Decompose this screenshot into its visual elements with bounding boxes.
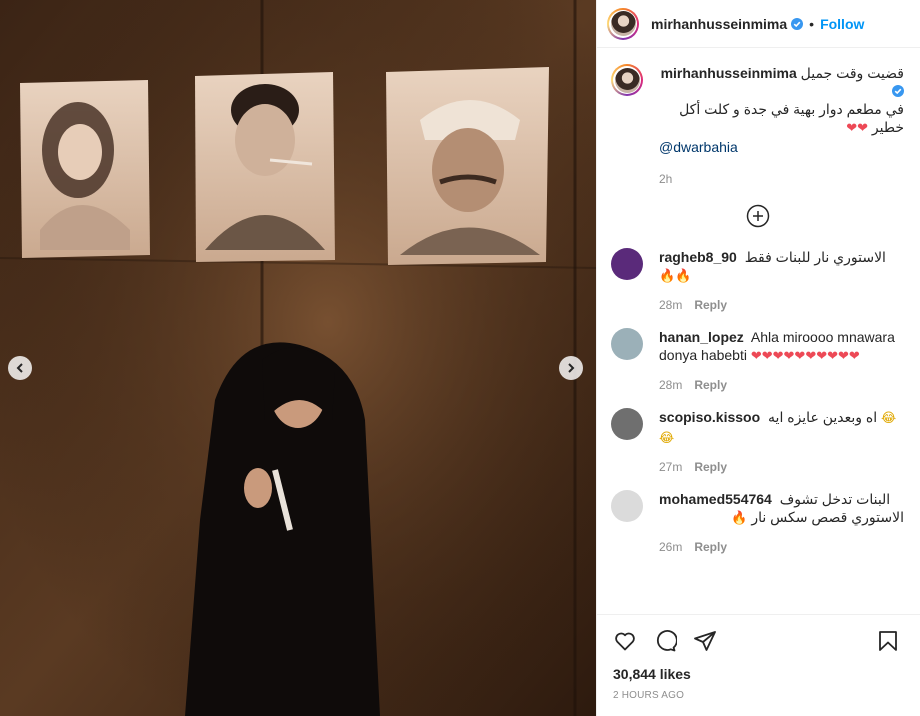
next-photo-button[interactable] xyxy=(559,356,583,380)
reply-button[interactable]: Reply xyxy=(694,378,727,392)
previous-photo-button[interactable] xyxy=(8,356,32,380)
chevron-left-icon xyxy=(16,363,23,373)
commenter-username[interactable]: hanan_lopez xyxy=(659,329,744,345)
comment-button[interactable] xyxy=(645,621,685,661)
commenter-username[interactable]: scopiso.kissoo xyxy=(659,409,760,425)
portrait-man-cigarette xyxy=(195,72,335,262)
photo-scene xyxy=(0,0,596,716)
comment-item: mohamed554764 البنات تدخل تشوف الاستوري … xyxy=(611,490,904,554)
post-header: mirhanhusseinmima • Follow xyxy=(597,0,920,48)
likes-count[interactable]: 30,844 likes xyxy=(597,666,920,686)
comment-text: البنات تدخل تشوف xyxy=(779,491,891,507)
verified-badge-icon xyxy=(892,85,904,97)
caption-text-3: خطير xyxy=(871,119,904,135)
caption-avatar[interactable] xyxy=(611,64,643,96)
caption-mention-link[interactable]: @dwarbahia xyxy=(659,138,904,156)
caption-line-1: قضيت وقت جميل mirhanhusseinmima xyxy=(659,64,904,100)
heart-emoji: ❤❤❤❤❤❤❤❤❤❤ xyxy=(750,349,860,364)
plus-circle-icon xyxy=(746,204,769,228)
reply-button[interactable]: Reply xyxy=(694,460,727,474)
like-button[interactable] xyxy=(605,621,645,661)
portrait-woman xyxy=(20,80,150,258)
comment-item: scopiso.kissoo اه وبعدين عايزه ايه 😂😂 27… xyxy=(611,408,904,474)
comment-text: اه وبعدين عايزه ايه xyxy=(768,409,878,425)
comment-bubble-icon xyxy=(656,629,677,651)
reply-button[interactable]: Reply xyxy=(694,540,727,554)
caption-time: 2h xyxy=(659,172,673,186)
fire-emoji: 🔥 xyxy=(731,511,748,526)
save-button[interactable] xyxy=(868,621,908,661)
commenter-avatar[interactable] xyxy=(611,328,643,360)
comment-time: 28m xyxy=(659,378,683,392)
post-actions-bar xyxy=(597,614,920,666)
comment-text: الاستوري نار للبنات فقط xyxy=(744,249,886,265)
bookmark-icon xyxy=(879,630,897,651)
follow-button[interactable]: Follow xyxy=(820,16,864,32)
load-more-comments-button[interactable] xyxy=(611,204,904,228)
comment-time: 28m xyxy=(659,298,683,312)
chevron-right-icon xyxy=(568,363,575,373)
portrait-man-headscarf xyxy=(386,67,549,265)
author-username[interactable]: mirhanhusseinmima xyxy=(651,16,787,32)
post-timestamp: 2 HOURS AGO xyxy=(613,690,685,701)
commenter-username[interactable]: ragheb8_90 xyxy=(659,249,737,265)
commenter-avatar[interactable] xyxy=(611,408,643,440)
post-caption: قضيت وقت جميل mirhanhusseinmima في مطعم … xyxy=(611,64,904,186)
commenter-username[interactable]: mohamed554764 xyxy=(659,491,772,507)
comments-list[interactable]: قضيت وقت جميل mirhanhusseinmima في مطعم … xyxy=(597,48,920,614)
caption-text-1: قضيت وقت جميل xyxy=(800,65,904,81)
header-separator: • xyxy=(809,15,815,32)
heart-icon xyxy=(615,632,635,650)
caption-username[interactable]: mirhanhusseinmima xyxy=(661,65,797,81)
comment-item: hanan_lopez Ahla miroooo mnawara donya h… xyxy=(611,328,904,392)
comment-item: ragheb8_90 الاستوري نار للبنات فقط 🔥🔥 28… xyxy=(611,248,904,312)
post-side-panel: mirhanhusseinmima • Follow قضيت وقت جميل… xyxy=(596,0,920,716)
author-avatar[interactable] xyxy=(607,7,639,40)
comment-time: 26m xyxy=(659,540,683,554)
reply-button[interactable]: Reply xyxy=(694,298,727,312)
fire-emoji: 🔥🔥 xyxy=(659,269,692,284)
comment-time: 27m xyxy=(659,460,683,474)
comment-text-line-2: الاستوري قصص سكس نار xyxy=(751,509,904,525)
caption-line-2: في مطعم دوار بهية في جدة و كلت أكل xyxy=(679,101,904,117)
heart-emoji: ❤❤ xyxy=(846,121,869,136)
post-photo[interactable] xyxy=(0,0,596,716)
paper-plane-icon xyxy=(694,630,716,651)
share-button[interactable] xyxy=(685,621,725,661)
commenter-avatar[interactable] xyxy=(611,490,643,522)
commenter-avatar[interactable] xyxy=(611,248,643,280)
caption-line-3: خطير ❤❤ xyxy=(659,118,904,138)
instagram-post: mirhanhusseinmima • Follow قضيت وقت جميل… xyxy=(0,0,920,716)
verified-badge-icon xyxy=(791,17,804,30)
